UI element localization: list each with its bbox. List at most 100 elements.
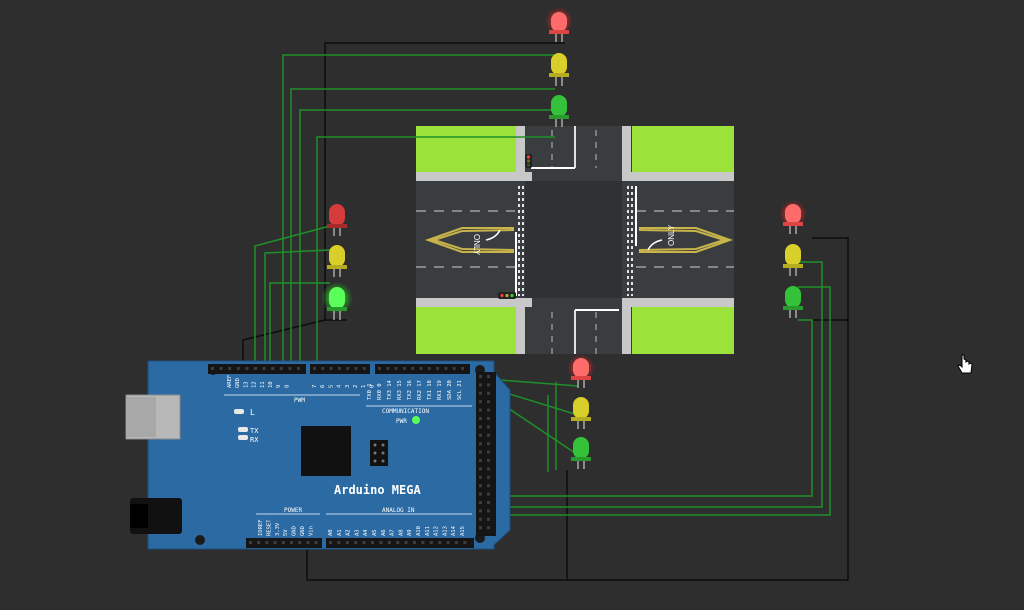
led-yellow-south[interactable] [571,397,591,429]
header-pin[interactable] [387,541,391,544]
header-pin[interactable] [463,541,467,544]
header-pin[interactable] [479,442,482,446]
led-red-west[interactable] [327,204,347,236]
header-pin[interactable] [288,367,292,370]
header-pin[interactable] [461,367,464,370]
header-pin[interactable] [487,475,490,479]
led-red-north[interactable] [549,12,569,42]
header-pin[interactable] [479,475,482,479]
header-pin[interactable] [479,467,482,471]
header-pin[interactable] [479,484,482,488]
header-pin[interactable] [297,367,300,370]
header-pin[interactable] [446,541,450,544]
header-pin[interactable] [479,526,482,530]
header-pin[interactable] [396,541,400,544]
header-pin[interactable] [211,367,214,370]
header-pin[interactable] [479,408,482,412]
header-pin[interactable] [236,367,240,370]
header-pin[interactable] [402,367,406,370]
header-pin[interactable] [438,541,442,544]
header-pin[interactable] [321,367,325,370]
header-pin[interactable] [346,367,350,370]
header-pin[interactable] [378,367,381,370]
header-pin[interactable] [257,541,261,544]
simulation-canvas[interactable]: ONLY ONLY L TX RX PWR Arduino MEGA PWM C… [0,0,1024,610]
header-pin[interactable] [337,367,341,370]
header-pin[interactable] [219,367,223,370]
header-pin[interactable] [379,541,383,544]
header-pin[interactable] [429,541,433,544]
header-pin[interactable] [479,459,482,462]
header-pin[interactable] [314,541,318,544]
header-pin[interactable] [487,459,490,462]
header-pin[interactable] [487,526,490,530]
header-pin[interactable] [306,541,310,544]
header-pin[interactable] [479,517,482,521]
header-pin[interactable] [479,375,482,378]
header-pin[interactable] [404,541,408,544]
header-pin[interactable] [479,391,482,395]
header-pin[interactable] [354,367,358,370]
header-pin[interactable] [298,541,302,544]
header-pin[interactable] [487,509,490,513]
led-green-north[interactable] [549,95,569,127]
traffic-light-south[interactable] [567,354,595,469]
header-pin[interactable] [371,541,374,544]
led-yellow-west[interactable] [327,245,347,277]
header-pin[interactable] [427,367,431,370]
header-pin[interactable] [479,450,482,454]
header-pin[interactable] [487,400,490,404]
header-pin[interactable] [271,367,275,370]
header-pin[interactable] [228,367,232,370]
header-pin[interactable] [487,442,490,446]
header-pin[interactable] [455,541,458,544]
header-pin[interactable] [413,541,416,544]
traffic-light-east[interactable] [779,200,807,318]
header-pin[interactable] [419,367,423,370]
header-pin[interactable] [362,367,366,370]
header-pin[interactable] [487,501,490,504]
header-pin[interactable] [345,541,349,544]
header-pin[interactable] [313,367,316,370]
header-pin[interactable] [479,509,482,513]
header-pin[interactable] [354,541,358,544]
header-pin[interactable] [362,541,366,544]
header-pin[interactable] [262,367,266,370]
header-pin[interactable] [487,408,490,412]
traffic-light-north[interactable] [545,7,573,127]
header-pin[interactable] [386,367,390,370]
led-green-south[interactable] [571,437,591,469]
header-pin[interactable] [479,417,482,420]
header-pin[interactable] [487,425,490,429]
header-pin[interactable] [265,541,269,544]
header-pin[interactable] [421,541,425,544]
header-pin[interactable] [487,467,490,471]
header-pin[interactable] [394,367,398,370]
header-pin[interactable] [329,367,333,370]
header-pin[interactable] [329,541,332,544]
led-green-west[interactable] [327,287,347,320]
header-pin[interactable] [487,450,490,454]
header-pin[interactable] [254,367,257,370]
led-green-east[interactable] [783,286,803,318]
header-pin[interactable] [245,367,249,370]
header-pin[interactable] [487,492,490,496]
led-yellow-north[interactable] [549,53,569,86]
traffic-light-west[interactable] [321,204,353,320]
header-pin[interactable] [444,367,448,370]
header-pin[interactable] [273,541,277,544]
header-pin[interactable] [479,501,482,504]
header-pin[interactable] [487,383,490,387]
led-red-south[interactable] [571,358,591,388]
header-pin[interactable] [436,367,440,370]
header-pin[interactable] [281,541,285,544]
header-pin[interactable] [487,484,490,488]
arduino-mega-board[interactable]: L TX RX PWR Arduino MEGA PWM COMMUNICATI… [125,360,511,550]
header-pin[interactable] [290,541,293,544]
header-pin[interactable] [279,367,283,370]
header-pin[interactable] [479,492,482,496]
led-red-east[interactable] [783,204,803,234]
header-pin[interactable] [479,425,482,429]
header-pin[interactable] [479,400,482,404]
header-pin[interactable] [479,433,482,437]
